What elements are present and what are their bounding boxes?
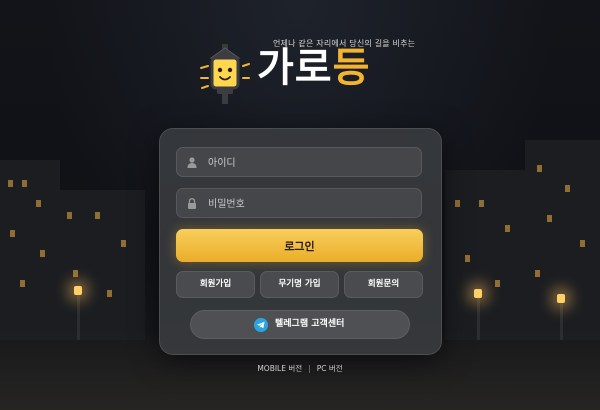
lock-icon bbox=[188, 198, 196, 209]
login-button[interactable]: 로그인 bbox=[176, 229, 423, 262]
building-right-1 bbox=[445, 170, 530, 340]
username-field[interactable] bbox=[176, 147, 422, 178]
telegram-support-label: 텔레그램 고객센터 bbox=[275, 319, 345, 329]
password-field[interactable] bbox=[176, 188, 422, 219]
telegram-support-button[interactable]: 텔레그램 고객센터 bbox=[190, 310, 410, 339]
mobile-version-link[interactable]: MOBILE 버전 bbox=[257, 363, 302, 374]
building-left-1 bbox=[0, 160, 60, 340]
brand-logo-text: 가로등 bbox=[257, 48, 370, 88]
login-panel: 로그인 회원가입 무기명 가입 회원문의 텔레그램 고객센터 bbox=[159, 128, 442, 355]
anonymous-signup-button[interactable]: 무기명 가입 bbox=[260, 271, 339, 298]
building-left-2 bbox=[55, 190, 145, 340]
pc-version-link[interactable]: PC 버전 bbox=[317, 363, 343, 374]
password-input[interactable] bbox=[206, 189, 410, 219]
footer-links: MOBILE 버전 | PC 버전 bbox=[0, 363, 600, 374]
footer-separator: | bbox=[308, 364, 311, 373]
brand-logo-highlight: 등 bbox=[332, 45, 371, 91]
telegram-icon bbox=[254, 318, 268, 332]
signup-button[interactable]: 회원가입 bbox=[176, 271, 255, 298]
brand-logo-main: 가로 bbox=[257, 45, 333, 91]
member-inquiry-button[interactable]: 회원문의 bbox=[344, 271, 423, 298]
brand-header: 언제나 같은 자리에서 당신의 길을 비추는 가로등 bbox=[193, 38, 423, 113]
lamp-mascot-icon bbox=[200, 44, 250, 104]
username-input[interactable] bbox=[206, 148, 410, 178]
user-icon bbox=[187, 157, 197, 168]
